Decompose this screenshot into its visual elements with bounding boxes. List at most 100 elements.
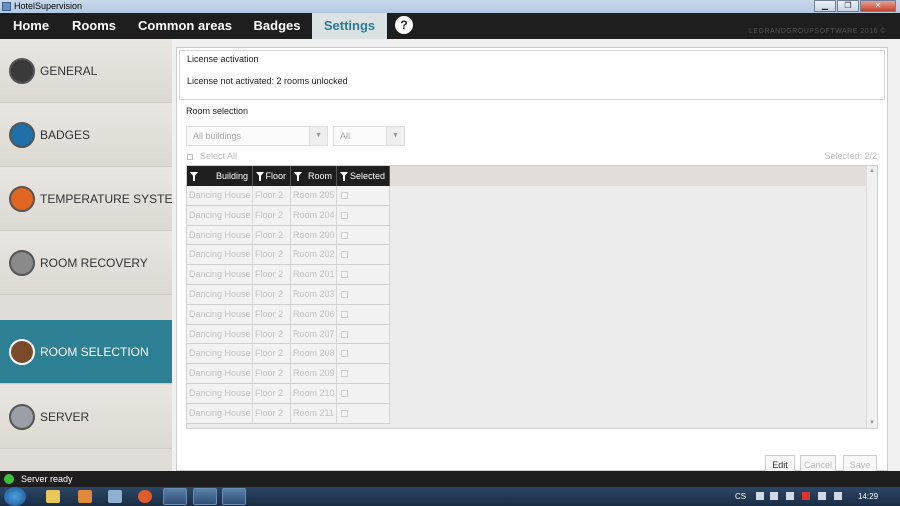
- column-header-room[interactable]: Room: [291, 166, 337, 186]
- tab-common-areas[interactable]: Common areas: [130, 13, 240, 39]
- folder-icon[interactable]: [46, 490, 60, 503]
- tab-home[interactable]: Home: [0, 13, 62, 39]
- floor-filter-dropdown[interactable]: All ▼: [333, 126, 405, 146]
- tab-settings[interactable]: Settings: [312, 13, 387, 39]
- select-all-checkbox[interactable]: Select All: [187, 151, 237, 161]
- row-checkbox[interactable]: [341, 290, 348, 298]
- row-checkbox[interactable]: [341, 409, 348, 417]
- close-button[interactable]: ✕: [860, 0, 896, 12]
- sidebar-item-badges[interactable]: BADGES: [0, 103, 172, 167]
- chevron-down-icon: ▼: [386, 127, 404, 145]
- sidebar-item-temperature-system[interactable]: TEMPERATURE SYSTEM: [0, 167, 182, 231]
- app-taskbar-icon[interactable]: [222, 488, 246, 505]
- action-center-icon[interactable]: [818, 492, 826, 500]
- filter-icon[interactable]: [340, 172, 348, 181]
- language-indicator[interactable]: CS: [735, 492, 746, 501]
- battery-icon[interactable]: [786, 492, 794, 500]
- settings-sidebar: GENERAL BADGES TEMPERATURE SYSTEM ROOM R…: [0, 39, 182, 471]
- row-checkbox[interactable]: [341, 370, 348, 378]
- table-row[interactable]: Dancing House Floor 2 Room 203: [187, 284, 390, 305]
- table-row[interactable]: Dancing House Floor 2 Room 200: [187, 225, 390, 246]
- scroll-down-icon[interactable]: ▼: [867, 418, 877, 428]
- column-header-selected[interactable]: Selected: [337, 166, 390, 186]
- show-hidden-icons-icon[interactable]: [756, 492, 764, 500]
- column-header-building[interactable]: Building: [187, 166, 253, 186]
- table-row[interactable]: Dancing House Floor 2 Room 208: [187, 344, 390, 365]
- row-checkbox[interactable]: [341, 251, 348, 259]
- row-checkbox[interactable]: [341, 350, 348, 358]
- sidebar-item-label: ROOM SELECTION: [40, 345, 149, 359]
- scroll-up-icon[interactable]: ▲: [867, 166, 877, 176]
- table-row[interactable]: Dancing House Floor 2 Room 209: [187, 364, 390, 384]
- tab-badges[interactable]: Badges: [244, 13, 310, 39]
- cell-building: Dancing House: [187, 265, 253, 285]
- tab-rooms[interactable]: Rooms: [62, 13, 126, 39]
- filter-icon[interactable]: [256, 172, 264, 181]
- clock[interactable]: 14:29: [858, 492, 878, 501]
- row-checkbox[interactable]: [341, 211, 348, 219]
- table-scrollbar[interactable]: ▲ ▼: [866, 166, 877, 428]
- cell-floor: Floor 2: [253, 245, 291, 265]
- recovery-icon: [9, 250, 35, 276]
- column-header-floor[interactable]: Floor: [253, 166, 291, 186]
- table-row[interactable]: Dancing House Floor 2 Room 207: [187, 324, 390, 345]
- table-row[interactable]: Dancing House Floor 2 Room 201: [187, 265, 390, 285]
- cell-floor: Floor 2: [253, 284, 291, 304]
- sidebar-item-general[interactable]: GENERAL: [0, 39, 172, 103]
- row-checkbox[interactable]: [341, 192, 348, 199]
- start-button-icon[interactable]: [4, 487, 26, 506]
- table-row[interactable]: Dancing House Floor 2 Room 211: [187, 403, 390, 424]
- sidebar-item-label: GENERAL: [40, 64, 98, 78]
- row-checkbox[interactable]: [341, 389, 348, 397]
- status-bar: Server ready: [0, 471, 900, 487]
- media-player-icon[interactable]: [78, 490, 92, 503]
- row-checkbox[interactable]: [341, 271, 348, 279]
- network-warning-icon[interactable]: [802, 492, 810, 500]
- cell-floor: Floor 2: [253, 344, 291, 364]
- cell-floor: Floor 2: [253, 364, 291, 384]
- restore-button[interactable]: ❐: [837, 0, 859, 12]
- cell-selected: [337, 205, 390, 225]
- hotel-supervision-taskbar-icon[interactable]: [193, 488, 217, 505]
- help-icon[interactable]: ?: [395, 16, 413, 34]
- sidebar-item-room-recovery[interactable]: ROOM RECOVERY: [0, 231, 172, 295]
- table-row[interactable]: Dancing House Floor 2 Room 205: [187, 186, 390, 206]
- table-row[interactable]: Dancing House Floor 2 Room 202: [187, 245, 390, 266]
- sidebar-item-room-selection[interactable]: ROOM SELECTION: [0, 320, 172, 384]
- checkbox-icon: [187, 153, 193, 160]
- network-icon[interactable]: [108, 490, 122, 503]
- minimize-button[interactable]: ▁: [814, 0, 836, 12]
- volume-icon[interactable]: [834, 492, 842, 500]
- filter-icon[interactable]: [294, 172, 302, 181]
- cell-building: Dancing House: [187, 403, 253, 423]
- sidebar-item-label: SERVER: [40, 410, 90, 424]
- table-row[interactable]: Dancing House Floor 2 Room 210: [187, 383, 390, 404]
- table-row[interactable]: Dancing House Floor 2 Room 204: [187, 205, 390, 226]
- status-ok-icon: [4, 474, 14, 484]
- firefox-icon[interactable]: [138, 490, 152, 503]
- selected-count: Selected: 2/2: [824, 151, 877, 161]
- sidebar-item-server[interactable]: SERVER: [0, 385, 172, 449]
- window-titlebar: HotelSupervision ▁ ❐ ✕: [0, 0, 900, 13]
- room-selection-title: Room selection: [186, 106, 249, 116]
- cell-floor: Floor 2: [253, 403, 291, 423]
- cell-building: Dancing House: [187, 344, 253, 364]
- cell-selected: [337, 364, 390, 384]
- floor-filter-value: All: [340, 131, 351, 141]
- table-row[interactable]: Dancing House Floor 2 Room 206: [187, 304, 390, 325]
- badge-icon: [9, 122, 35, 148]
- top-nav: Home Rooms Common areas Badges Settings …: [0, 13, 900, 39]
- main-panel: License activation License not activated…: [172, 39, 900, 475]
- cell-selected: [337, 403, 390, 423]
- building-filter-dropdown[interactable]: All buildings ▼: [186, 126, 328, 146]
- row-checkbox[interactable]: [341, 231, 348, 239]
- row-checkbox[interactable]: [341, 310, 348, 318]
- building-filter-value: All buildings: [193, 131, 242, 141]
- cell-room: Room 203: [291, 284, 337, 304]
- filter-icon[interactable]: [190, 172, 198, 181]
- windows-flag-icon[interactable]: [770, 492, 778, 500]
- cell-floor: Floor 2: [253, 324, 291, 344]
- skype-taskbar-icon[interactable]: [163, 488, 187, 505]
- row-checkbox[interactable]: [341, 330, 348, 338]
- status-text: Server ready: [21, 474, 73, 484]
